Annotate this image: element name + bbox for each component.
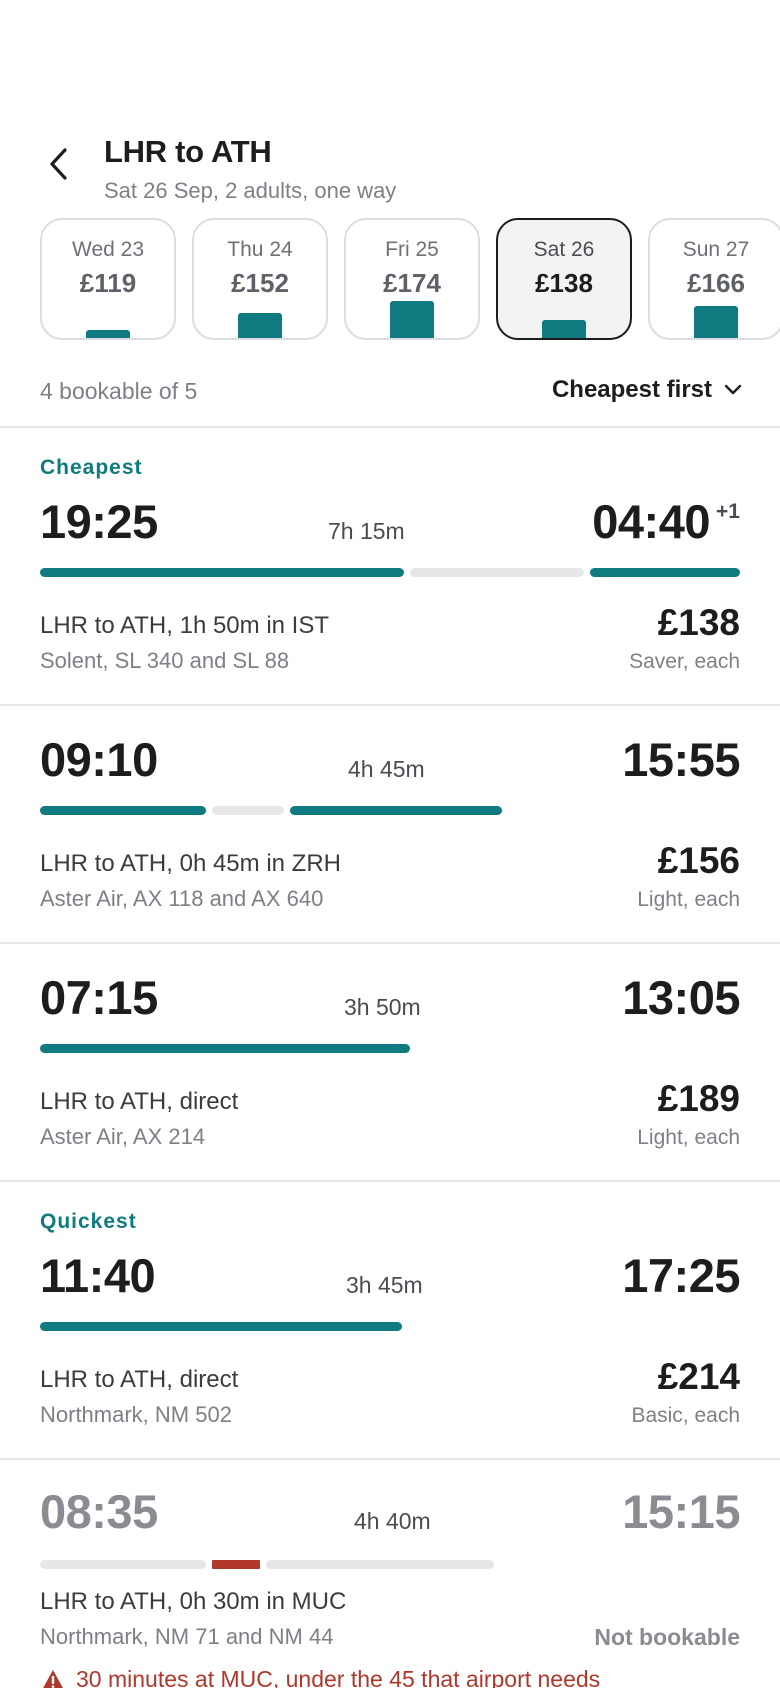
date-label: Thu 24 [227, 238, 293, 261]
flight-result[interactable]: 07:15 3h 50m 13:05 LHR to ATH, direct As… [0, 944, 780, 1182]
date-label: Fri 25 [385, 238, 439, 261]
route-summary: LHR to ATH, 0h 30m in MUC [40, 1588, 347, 1615]
not-bookable-label: Not bookable [594, 1624, 740, 1650]
flight-leg-bar [590, 568, 740, 577]
date-price: £119 [79, 268, 137, 298]
route-summary: LHR to ATH, 1h 50m in IST [40, 612, 329, 639]
quickest-tag: Quickest [40, 1210, 137, 1233]
back-button[interactable] [38, 142, 78, 186]
carrier-info: Aster Air, AX 214 [40, 1124, 206, 1149]
route-summary: LHR to ATH, direct [40, 1088, 239, 1115]
layover-bar [410, 568, 584, 577]
arrival-time: 17:25 [622, 1249, 740, 1302]
duration: 4h 45m [348, 756, 425, 782]
date-price: £152 [231, 268, 289, 298]
price: £189 [657, 1078, 740, 1119]
flight-result[interactable]: Quickest 11:40 3h 45m 17:25 LHR to ATH, … [0, 1182, 780, 1460]
carrier-info: Solent, SL 340 and SL 88 [40, 648, 290, 673]
warning-icon [42, 1669, 64, 1688]
flight-leg-bar [266, 1560, 494, 1569]
price-level-bar [238, 313, 282, 338]
date-price: £174 [383, 268, 441, 298]
price-level-bar [86, 330, 130, 338]
departure-time: 07:15 [40, 971, 158, 1024]
chevron-left-icon [50, 148, 67, 180]
carrier-info: Aster Air, AX 118 and AX 640 [40, 886, 324, 911]
trip-summary: Sat 26 Sep, 2 adults, one way [104, 178, 397, 203]
duration: 3h 50m [344, 994, 421, 1020]
date-card-fri-25[interactable]: Fri 25 £174 [344, 218, 480, 340]
date-label: Sun 27 [682, 238, 750, 261]
date-card-sat-26-selected[interactable]: Sat 26 £138 [496, 218, 632, 340]
date-price: £166 [687, 268, 745, 298]
short-layover-bar [212, 1560, 260, 1569]
departure-time: 09:10 [40, 733, 158, 786]
price: £156 [657, 840, 740, 881]
chevron-down-icon [724, 384, 742, 395]
page-title: LHR to ATH [104, 134, 272, 169]
header: LHR to ATH Sat 26 Sep, 2 adults, one way [0, 120, 780, 210]
fare-type: Basic, each [631, 1404, 740, 1427]
fare-type: Saver, each [629, 650, 740, 673]
price-level-bar [542, 320, 586, 338]
flight-leg-bar [290, 806, 502, 815]
date-label: Wed 23 [72, 238, 144, 261]
price-level-bar [694, 306, 738, 338]
carrier-info: Northmark, NM 71 and NM 44 [40, 1624, 334, 1649]
departure-time: 11:40 [40, 1249, 156, 1302]
date-price-strip: Wed 23 £119 Thu 24 £152 Fri 25 £174 Sat … [0, 218, 780, 350]
date-label: Sat 26 [533, 238, 595, 261]
price-level-bar [390, 301, 434, 338]
date-card-thu-24[interactable]: Thu 24 £152 [192, 218, 328, 340]
sort-label: Cheapest first [551, 376, 712, 403]
result-count: 4 bookable of 5 [40, 378, 198, 404]
departure-time: 08:35 [40, 1485, 158, 1538]
layover-bar [212, 806, 284, 815]
arrival-time: 15:55 [622, 733, 740, 786]
arrival-time: 15:15 [622, 1485, 740, 1538]
flight-result[interactable]: 09:10 4h 45m 15:55 LHR to ATH, 0h 45m in… [0, 706, 780, 944]
flight-leg-bar [40, 1044, 410, 1053]
date-card-wed-23[interactable]: Wed 23 £119 [40, 218, 176, 340]
duration: 4h 40m [354, 1508, 431, 1534]
results-toolbar: 4 bookable of 5 Cheapest first [0, 368, 780, 428]
cheapest-tag: Cheapest [40, 456, 143, 479]
connection-warning: 30 minutes at MUC, under the 45 that air… [40, 1666, 600, 1688]
flight-result-unavailable: 08:35 4h 40m 15:15 LHR to ATH, 0h 30m in… [0, 1460, 780, 1688]
price: £214 [657, 1356, 740, 1397]
flight-leg-bar [40, 568, 404, 577]
fare-type: Light, each [637, 888, 740, 911]
fare-type: Light, each [637, 1126, 740, 1149]
flight-leg-bar [40, 1322, 402, 1331]
arrival-time: 13:05 [622, 971, 740, 1024]
price: £138 [657, 602, 740, 643]
sort-dropdown[interactable]: Cheapest first [552, 376, 742, 404]
departure-time: 19:25 [40, 495, 158, 548]
arrival-time: 04:40 [592, 495, 710, 548]
duration: 3h 45m [346, 1272, 423, 1298]
route-summary: LHR to ATH, direct [40, 1366, 239, 1393]
date-price: £138 [535, 268, 593, 298]
flight-leg-bar [40, 1560, 206, 1569]
route-summary: LHR to ATH, 0h 45m in ZRH [40, 850, 341, 877]
flight-result[interactable]: Cheapest 19:25 7h 15m 04:40 +1 LHR to AT… [0, 428, 780, 706]
duration: 7h 15m [328, 518, 405, 544]
warning-text: 30 minutes at MUC, under the 45 that air… [76, 1666, 601, 1688]
date-card-sun-27[interactable]: Sun 27 £166 [648, 218, 780, 340]
carrier-info: Northmark, NM 502 [40, 1402, 232, 1427]
flight-leg-bar [40, 806, 206, 815]
next-day-indicator: +1 [716, 500, 740, 523]
